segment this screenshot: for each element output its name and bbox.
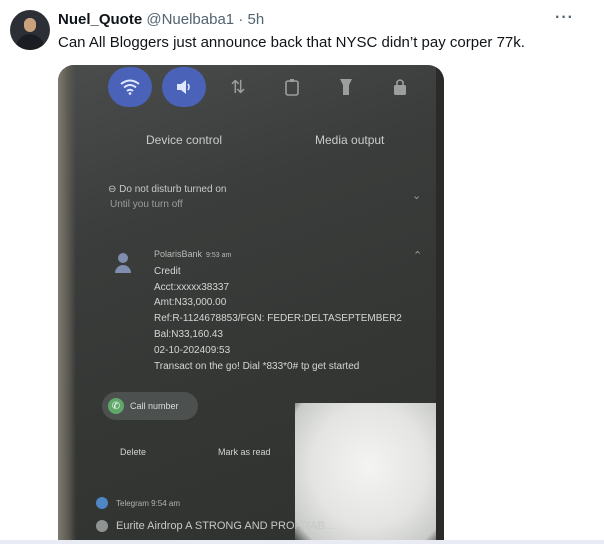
- wifi-icon: [108, 67, 152, 107]
- call-number-label: Call number: [130, 401, 179, 411]
- eurite-notification: Eurite Airdrop A STRONG AND PROFITAB...: [96, 520, 334, 532]
- separator: ·: [238, 11, 244, 28]
- chevron-down-icon: ⌄: [412, 190, 422, 202]
- media-output-label: Media output: [315, 133, 385, 147]
- notification-line: Acct:xxxxx38337: [154, 281, 230, 293]
- chevron-up-icon: ⌃: [413, 250, 423, 262]
- notification-person-body-icon: [115, 265, 131, 273]
- phone-icon: ✆: [108, 398, 124, 414]
- notification-app-row: PolarisBank 9:53 am: [154, 247, 402, 264]
- eurite-icon: [96, 520, 108, 532]
- avatar[interactable]: [10, 10, 50, 50]
- tweet[interactable]: Nuel_Quote @Nuelbaba1 · 5h ··· Can All B…: [0, 0, 604, 544]
- display-name[interactable]: Nuel_Quote: [58, 11, 142, 28]
- telegram-icon: [96, 497, 108, 509]
- notification-line: Ref:R-1124678853/FGN: FEDER:DELTASEPTEMB…: [154, 313, 402, 325]
- eurite-label: Eurite Airdrop A STRONG AND PROFITAB...: [116, 520, 335, 532]
- avatar-head: [24, 18, 36, 32]
- data-transfer-icon: ⇅: [230, 76, 246, 97]
- tweet-text: Can All Bloggers just announce back that…: [58, 34, 525, 51]
- rotate-lock-icon: [270, 67, 314, 107]
- device-control-label: Device control: [146, 133, 223, 147]
- bank-notification: PolarisBank 9:53 am Credit Acct:xxxxx3833…: [154, 247, 402, 374]
- bottom-divider: [0, 540, 604, 544]
- sound-icon: [162, 67, 206, 107]
- telegram-label: Telegram 9:54 am: [116, 498, 181, 508]
- notification-line: Bal:N33,160.43: [154, 328, 223, 340]
- notification-line: Credit: [154, 265, 181, 277]
- notification-line: Transact on the go! Dial *833*0# tp get …: [154, 360, 360, 372]
- flashlight-icon: [324, 67, 368, 107]
- dnd-subtitle: Until you turn off: [110, 199, 183, 210]
- telegram-notification: Telegram 9:54 am: [96, 497, 180, 509]
- handle[interactable]: @Nuelbaba1: [146, 11, 234, 28]
- delete-action: Delete: [120, 447, 147, 457]
- timestamp[interactable]: 5h: [248, 11, 265, 28]
- notification-line: Amt:N33,000.00: [154, 297, 227, 309]
- mark-as-read-action: Mark as read: [218, 447, 271, 457]
- avatar-shoulders: [16, 34, 44, 50]
- more-options-icon[interactable]: ···: [555, 9, 574, 27]
- call-number-button: ✆ Call number: [102, 392, 198, 420]
- notification-time: 9:53 am: [206, 252, 232, 259]
- notification-person-icon: [118, 253, 128, 263]
- tweet-header: Nuel_Quote @Nuelbaba1 · 5h: [58, 11, 264, 29]
- tweet-photo[interactable]: ⇅ Device control Media output ⊖ Do not d…: [58, 65, 444, 544]
- notification-line: 02-10-202409:53: [154, 344, 231, 356]
- lock-icon: [378, 67, 422, 107]
- notification-app-name: PolarisBank: [154, 249, 203, 259]
- dnd-title: ⊖ Do not disturb turned on: [108, 184, 227, 195]
